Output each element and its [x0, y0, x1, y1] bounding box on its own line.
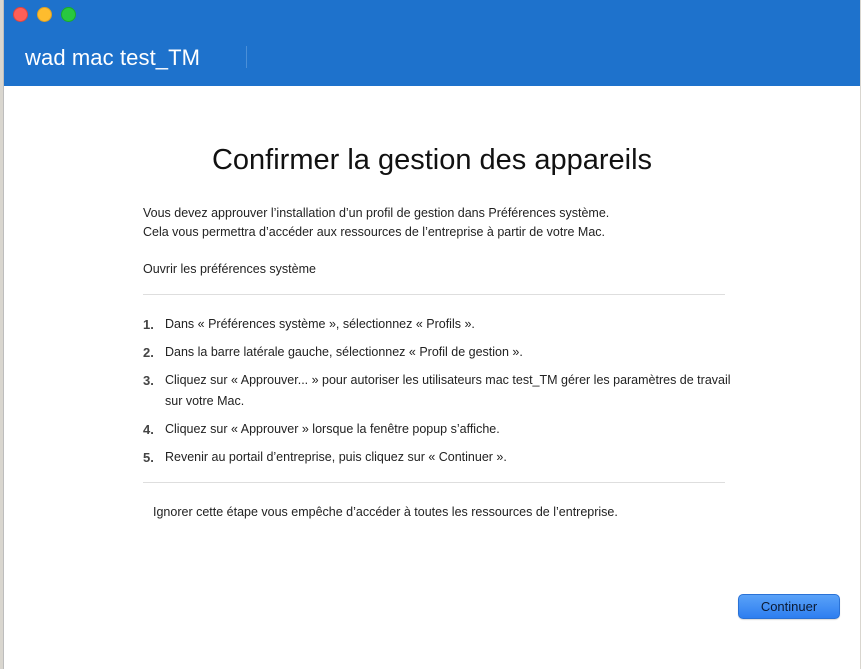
- step-text: Cliquez sur « Approuver » lorsque la fen…: [165, 422, 500, 436]
- step-text: Dans la barre latérale gauche, sélection…: [165, 345, 523, 359]
- steps-list: 1. Dans « Préférences système », sélecti…: [143, 314, 803, 475]
- step-text: Dans « Préférences système », sélectionn…: [165, 317, 475, 331]
- skip-warning-text: Ignorer cette étape vous empêche d’accéd…: [153, 505, 618, 519]
- page-title: Confirmer la gestion des appareils: [211, 144, 653, 176]
- minimize-window-button[interactable]: [37, 7, 52, 22]
- list-item: 5. Revenir au portail d’entreprise, puis…: [143, 447, 803, 468]
- zoom-window-button[interactable]: [61, 7, 76, 22]
- title-bar: wad mac test_TM: [4, 0, 860, 86]
- step-number: 3.: [143, 373, 154, 388]
- step-number: 5.: [143, 450, 154, 465]
- step-number: 2.: [143, 345, 154, 360]
- step-text: Revenir au portail d’entreprise, puis cl…: [165, 450, 507, 464]
- step-text: Cliquez sur « Approuver... » pour autori…: [165, 373, 731, 387]
- step-text-continued: sur votre Mac.: [165, 394, 245, 408]
- step-number: 1.: [143, 317, 154, 332]
- continue-button[interactable]: Continuer: [738, 594, 840, 619]
- title-divider: [246, 46, 247, 68]
- app-window: wad mac test_TM Confirmer la gestion des…: [3, 0, 860, 669]
- close-window-button[interactable]: [13, 7, 28, 22]
- list-item: 1. Dans « Préférences système », sélecti…: [143, 314, 803, 335]
- intro-line-2: Cela vous permettra d’accéder aux ressou…: [143, 225, 606, 239]
- list-item: 3. Cliquez sur « Approuver... » pour aut…: [143, 370, 803, 412]
- app-title: wad mac test_TM: [25, 45, 201, 70]
- intro-line-1: Vous devez approuver l’installation d’un…: [143, 206, 610, 220]
- intro-text: Vous devez approuver l’installation d’un…: [143, 204, 609, 242]
- divider: [143, 294, 725, 295]
- step-number: 4.: [143, 422, 154, 437]
- list-item: 4. Cliquez sur « Approuver » lorsque la …: [143, 419, 803, 440]
- open-system-preferences-link[interactable]: Ouvrir les préférences système: [143, 260, 316, 279]
- divider: [143, 482, 725, 483]
- list-item: 2. Dans la barre latérale gauche, sélect…: [143, 342, 803, 363]
